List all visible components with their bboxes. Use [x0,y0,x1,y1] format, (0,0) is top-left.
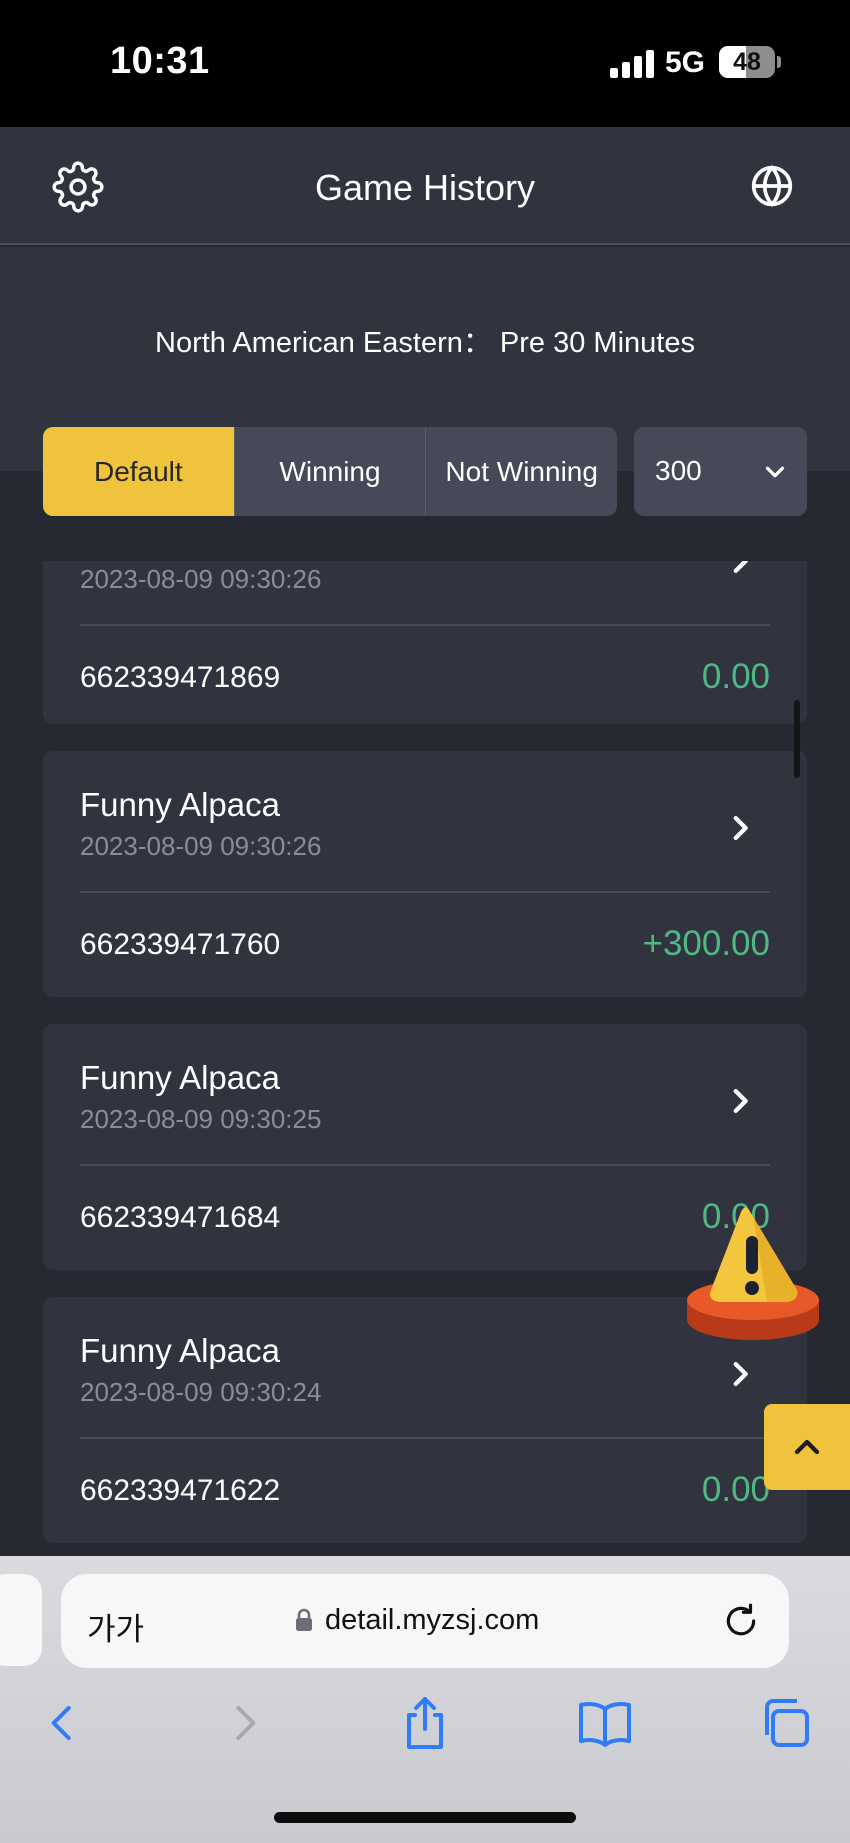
tab-default[interactable]: Default [43,427,235,516]
status-bar: 10:31 5G 48 [0,0,850,127]
chevron-right-icon [733,561,748,574]
cellular-signal-icon [610,50,654,78]
record-date: 2023-08-09 09:30:24 [80,1377,322,1407]
url-text: detail.myzsj.com [325,1604,540,1636]
record-amount: 0.00 [701,1470,770,1509]
network-type: 5G [665,46,706,79]
amount-select-value: 300 [655,455,702,486]
status-time: 10:31 [110,40,210,82]
record-amount: 0.00 [701,657,770,696]
chevron-right-icon [733,1361,748,1387]
chevron-right-icon [733,815,748,841]
record-id: 662339471684 [80,1201,281,1234]
record-id: 662339471760 [80,928,281,961]
browser-toolbar: 가가 detail.myzsj.com [0,1556,850,1843]
record-date: 2023-08-09 09:30:26 [80,831,322,861]
forward-button[interactable] [215,1693,275,1753]
back-button[interactable] [32,1693,92,1753]
previous-tab-preview[interactable] [0,1574,42,1666]
back-to-top-button[interactable] [764,1404,850,1490]
chevron-right-icon [236,1706,256,1740]
record-amount: +300.00 [642,924,771,963]
history-record[interactable]: 2023-08-09 09:30:26 662339471869 0.00 [43,561,807,724]
divider [80,891,770,893]
record-game-name: Funny Alpaca [80,1059,280,1096]
book-icon [579,1702,631,1747]
divider [80,1437,770,1439]
tab-winning[interactable]: Winning [235,427,427,516]
tab-not-winning[interactable]: Not Winning [426,427,617,516]
history-record[interactable]: Funny Alpaca 2023-08-09 09:30:26 6623394… [43,751,807,997]
chevron-left-icon [51,1706,71,1740]
game-history-list: 2023-08-09 09:30:26 662339471869 0.00 Fu… [43,561,807,1556]
chevron-down-icon [765,466,785,478]
timezone-text: North American Eastern： Pre 30 Minutes [155,327,695,359]
record-date: 2023-08-09 09:30:25 [80,1104,322,1134]
language-button[interactable] [746,160,798,212]
record-game-name: Funny Alpaca [80,786,280,823]
record-id: 662339471622 [80,1474,281,1507]
tabs-button[interactable] [755,1693,815,1753]
share-button[interactable] [395,1693,455,1753]
battery-level: 48 [733,48,761,76]
record-game-name: Funny Alpaca [80,1332,280,1369]
divider [80,624,770,626]
amount-select[interactable]: 300 [634,427,807,516]
app-header: Game History [0,127,850,245]
tabs-icon [765,1699,809,1747]
alert-button[interactable] [683,1196,823,1346]
warning-icon [687,1207,819,1340]
chevron-up-icon [794,1439,820,1455]
lock-icon [296,1608,312,1631]
home-indicator [274,1812,576,1823]
address-bar[interactable]: 가가 detail.myzsj.com [61,1574,789,1668]
chevron-right-icon [733,1088,748,1114]
page-title: Game History [314,167,536,208]
bookmarks-button[interactable] [575,1693,635,1753]
record-date: 2023-08-09 09:30:26 [80,564,322,594]
record-id: 662339471869 [80,661,281,694]
battery-icon: 48 [719,46,775,78]
reload-icon[interactable] [722,1602,760,1640]
globe-icon [751,164,793,208]
result-filter: Default Winning Not Winning [43,427,617,516]
scrollbar-thumb[interactable] [794,700,800,778]
divider [80,1164,770,1166]
text-size-button[interactable]: 가가 [87,1604,144,1649]
share-icon [407,1697,443,1749]
